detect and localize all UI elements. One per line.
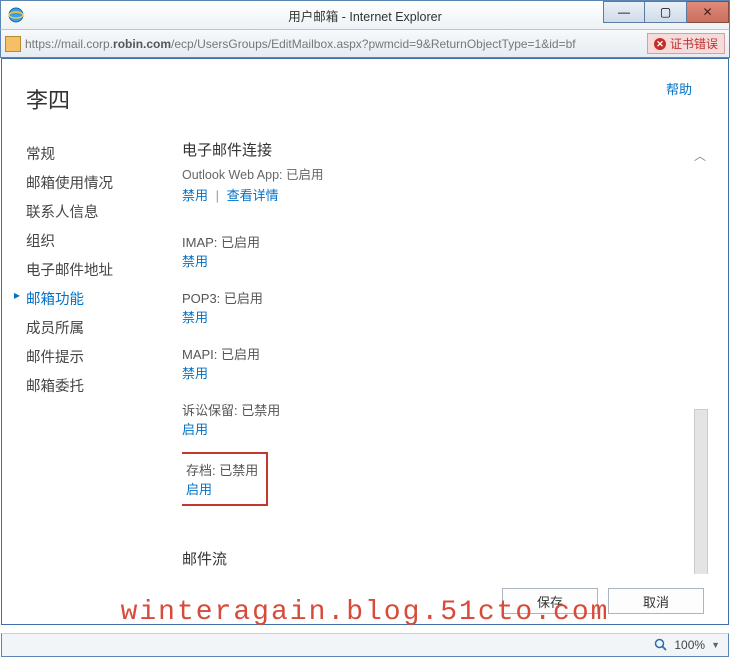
page-frame: 帮助 李四 常规 邮箱使用情况 联系人信息 组织 电子邮件地址 邮箱功能 成员所…	[1, 58, 729, 625]
window-titlebar: 用户邮箱 - Internet Explorer — ▢ ✕	[0, 0, 730, 30]
page-title: 李四	[26, 83, 718, 115]
window-buttons: — ▢ ✕	[603, 1, 729, 29]
service-imap: IMAP: 已启用 禁用	[182, 232, 688, 270]
sidebar-item-mailtip[interactable]: 邮件提示	[26, 342, 182, 371]
main-panel: 电子邮件连接 Outlook Web App: 已启用 禁用 | 查看详情 IM…	[182, 139, 718, 574]
zoom-icon[interactable]	[654, 638, 668, 652]
scrollbar-track[interactable]	[694, 409, 708, 574]
error-icon: ✕	[654, 38, 666, 50]
service-mapi: MAPI: 已启用 禁用	[182, 344, 688, 382]
ie-icon	[7, 6, 25, 24]
save-button[interactable]: 保存	[502, 588, 598, 614]
zoom-dropdown-icon[interactable]: ▼	[711, 640, 720, 650]
sidebar-nav: 常规 邮箱使用情况 联系人信息 组织 电子邮件地址 邮箱功能 成员所属 邮件提示…	[12, 139, 182, 574]
sidebar-item-general[interactable]: 常规	[26, 139, 182, 168]
owa-disable-link[interactable]: 禁用	[182, 188, 208, 203]
sidebar-item-memberof[interactable]: 成员所属	[26, 313, 182, 342]
owa-status: Outlook Web App: 已启用	[182, 166, 688, 185]
close-button[interactable]: ✕	[687, 1, 729, 23]
zoom-level[interactable]: 100%	[674, 638, 705, 652]
owa-details-link[interactable]: 查看详情	[227, 188, 279, 203]
cert-error-badge[interactable]: ✕ 证书错误	[647, 33, 725, 54]
mapi-action-link[interactable]: 禁用	[182, 366, 208, 381]
sidebar-item-delegation[interactable]: 邮箱委托	[26, 371, 182, 400]
separator: |	[216, 188, 219, 203]
address-bar[interactable]: https://mail.corp.robin.com/ecp/UsersGro…	[0, 30, 730, 58]
sidebar-item-contact[interactable]: 联系人信息	[26, 197, 182, 226]
url-text: https://mail.corp.robin.com/ecp/UsersGro…	[25, 37, 643, 51]
cert-error-label: 证书错误	[670, 35, 718, 52]
archive-highlight-box: 存档: 已禁用 启用	[182, 452, 268, 506]
section-email-connection: 电子邮件连接 Outlook Web App: 已启用 禁用 | 查看详情	[182, 139, 688, 204]
help-link[interactable]: 帮助	[666, 79, 692, 98]
scroll-up-icon[interactable]: ︿	[694, 147, 708, 164]
service-archive: 存档: 已禁用 启用	[186, 460, 258, 498]
section-mailflow: 邮件流 传递选项 传递选项控制转发和收件人限制。 查看详情	[182, 548, 688, 574]
mapi-status: MAPI: 已启用	[182, 344, 688, 363]
service-litigation: 诉讼保留: 已禁用 启用	[182, 400, 688, 438]
maximize-button[interactable]: ▢	[645, 1, 687, 23]
sidebar-item-usage[interactable]: 邮箱使用情况	[26, 168, 182, 197]
sidebar-item-org[interactable]: 组织	[26, 226, 182, 255]
imap-status: IMAP: 已启用	[182, 232, 688, 251]
litigation-status: 诉讼保留: 已禁用	[182, 400, 688, 419]
section-title: 电子邮件连接	[182, 139, 688, 160]
archive-action-link[interactable]: 启用	[186, 482, 212, 497]
pop3-status: POP3: 已启用	[182, 288, 688, 307]
pop3-action-link[interactable]: 禁用	[182, 310, 208, 325]
site-icon	[5, 36, 21, 52]
archive-status: 存档: 已禁用	[186, 460, 258, 479]
service-pop3: POP3: 已启用 禁用	[182, 288, 688, 326]
imap-action-link[interactable]: 禁用	[182, 254, 208, 269]
sidebar-item-email[interactable]: 电子邮件地址	[26, 255, 182, 284]
cancel-button[interactable]: 取消	[608, 588, 704, 614]
litigation-action-link[interactable]: 启用	[182, 422, 208, 437]
minimize-button[interactable]: —	[603, 1, 645, 23]
mailflow-title: 邮件流	[182, 548, 688, 569]
status-bar: 100% ▼	[1, 633, 729, 657]
footer-buttons: 保存 取消	[12, 588, 704, 614]
sidebar-item-features[interactable]: 邮箱功能	[26, 284, 182, 313]
